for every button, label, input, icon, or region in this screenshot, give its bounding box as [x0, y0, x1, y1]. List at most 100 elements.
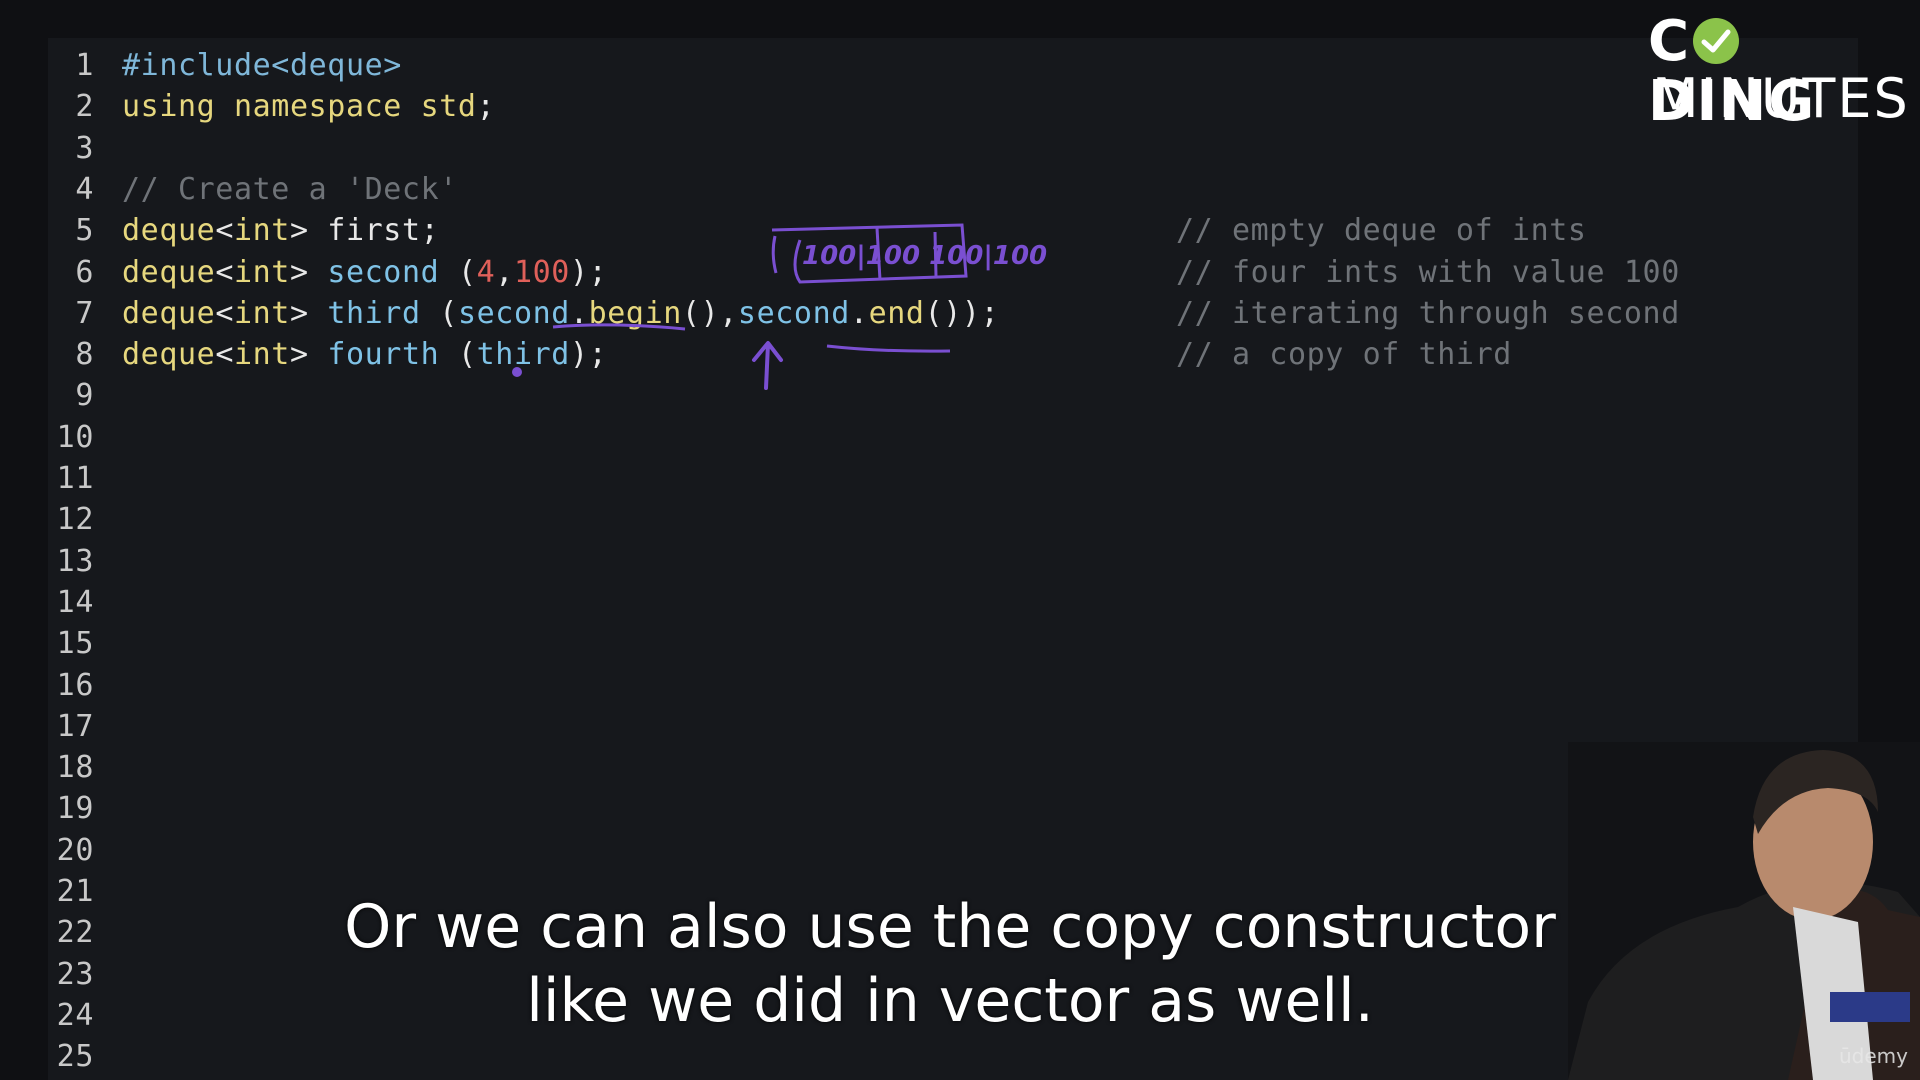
code-token: ; [476, 89, 496, 125]
code-token: , [495, 254, 514, 290]
code-token: begin [588, 295, 682, 331]
line-number: 5 [75, 213, 94, 249]
line-number: 17 [56, 708, 94, 744]
code-text: // Create a 'Deck' [122, 169, 458, 210]
code-token: > [289, 254, 328, 290]
inline-comment: // iterating through second [1176, 295, 1680, 331]
line-number: 14 [56, 584, 94, 620]
subtitle-caption: Or we can also use the copy constructor … [300, 890, 1600, 1038]
code-token: #include<deque> [122, 48, 402, 83]
inline-comment: // four ints with value 100 [1176, 254, 1680, 290]
instructor-webcam [1568, 742, 1920, 1080]
code-text: deque<int> fourth (third); [122, 334, 607, 375]
code-text: deque<int> third (second.begin(),second.… [122, 293, 999, 334]
line-number: 10 [56, 419, 94, 455]
code-token: (), [681, 295, 738, 331]
code-token: ( [439, 337, 477, 373]
code-line: 11 [48, 458, 1148, 499]
code-token: using namespace [122, 89, 421, 125]
line-number: 1 [75, 48, 94, 83]
line-number: 16 [56, 667, 94, 703]
code-token: 100 [513, 254, 570, 290]
code-token: int [233, 337, 290, 373]
code-token: ( [420, 295, 458, 331]
instructor-avatar-icon [1568, 742, 1920, 1080]
line-number: 2 [75, 89, 94, 125]
code-text: #include<deque> [122, 45, 402, 86]
code-token: > [289, 337, 328, 373]
code-token: deque [122, 254, 216, 290]
code-line: 10 [48, 417, 1148, 458]
code-line: 12 [48, 499, 1148, 540]
code-token: // Create a 'Deck' [122, 171, 458, 207]
code-line: 7 deque<int> third (second.begin(),second… [48, 293, 1148, 334]
code-line: 5 deque<int> first; [48, 210, 1148, 251]
code-token: deque [122, 295, 216, 331]
code-token: deque [122, 337, 216, 373]
code-token: int [233, 254, 290, 290]
code-token: < [215, 295, 234, 331]
code-token: ()); [924, 295, 1000, 331]
code-line: 8 deque<int> fourth (third); [48, 334, 1148, 375]
code-token: std [420, 89, 477, 125]
code-token: second [457, 295, 570, 331]
code-line: 9 [48, 375, 1148, 416]
code-line: 16 [48, 665, 1148, 706]
code-line: 6 deque<int> second (4,100); [48, 252, 1148, 293]
code-line: 13 [48, 541, 1148, 582]
code-token: < [215, 213, 234, 249]
subtitle-line-1: Or we can also use the copy constructor [344, 892, 1556, 962]
code-line: 14 [48, 582, 1148, 623]
logo-line-2: MINUTES [1652, 67, 1910, 130]
code-line: 19 [48, 788, 1148, 829]
code-token: third [327, 295, 421, 331]
code-token: end [868, 295, 925, 331]
code-token: second [327, 254, 440, 290]
code-token: ); [569, 254, 608, 290]
line-number: 18 [56, 750, 94, 786]
code-line: 4 // Create a 'Deck' [48, 169, 1148, 210]
code-line: 1 #include<deque> [48, 45, 1148, 86]
line-number: 7 [75, 295, 94, 331]
line-number: 19 [56, 791, 94, 827]
code-token: third [476, 337, 570, 373]
code-token: second [737, 295, 850, 331]
code-token: 4 [476, 254, 496, 290]
line-number: 24 [56, 997, 94, 1033]
code-token: ( [439, 254, 477, 290]
code-token: . [849, 295, 869, 331]
line-number: 20 [56, 832, 94, 868]
code-token: . [569, 295, 589, 331]
line-number: 15 [56, 626, 94, 662]
code-token: int [233, 213, 290, 249]
line-number: 12 [56, 502, 94, 538]
video-frame: 1 #include<deque> 2 using namespace std; 3 4 /… [0, 0, 1920, 1080]
subtitle-line-2: like we did in vector as well. [526, 966, 1374, 1036]
code-token: fourth [327, 337, 440, 373]
line-number: 23 [56, 956, 94, 992]
line-number: 6 [75, 254, 94, 290]
code-token: ); [569, 337, 608, 373]
code-token: int [233, 295, 290, 331]
coding-minutes-logo: C DING MINUTES [1648, 12, 1908, 132]
code-text: deque<int> first; [122, 210, 439, 251]
code-token: < [215, 254, 234, 290]
code-token: deque [122, 213, 216, 249]
code-token: > [289, 295, 328, 331]
line-number: 22 [56, 915, 94, 951]
line-number: 25 [56, 1039, 94, 1075]
code-line: 20 [48, 830, 1148, 871]
line-number: 11 [56, 461, 94, 496]
code-line: 18 [48, 747, 1148, 788]
line-number: 13 [56, 543, 94, 579]
code-token: < [215, 337, 234, 373]
line-number: 4 [75, 171, 94, 207]
code-line: 17 [48, 706, 1148, 747]
code-line: 3 [48, 128, 1148, 169]
inline-comment: // a copy of third [1176, 337, 1512, 373]
code-line: 15 [48, 623, 1148, 664]
inline-comment: // empty deque of ints [1176, 213, 1587, 249]
code-token: > first; [289, 213, 440, 249]
line-number: 3 [75, 130, 94, 166]
line-number: 9 [75, 378, 94, 414]
